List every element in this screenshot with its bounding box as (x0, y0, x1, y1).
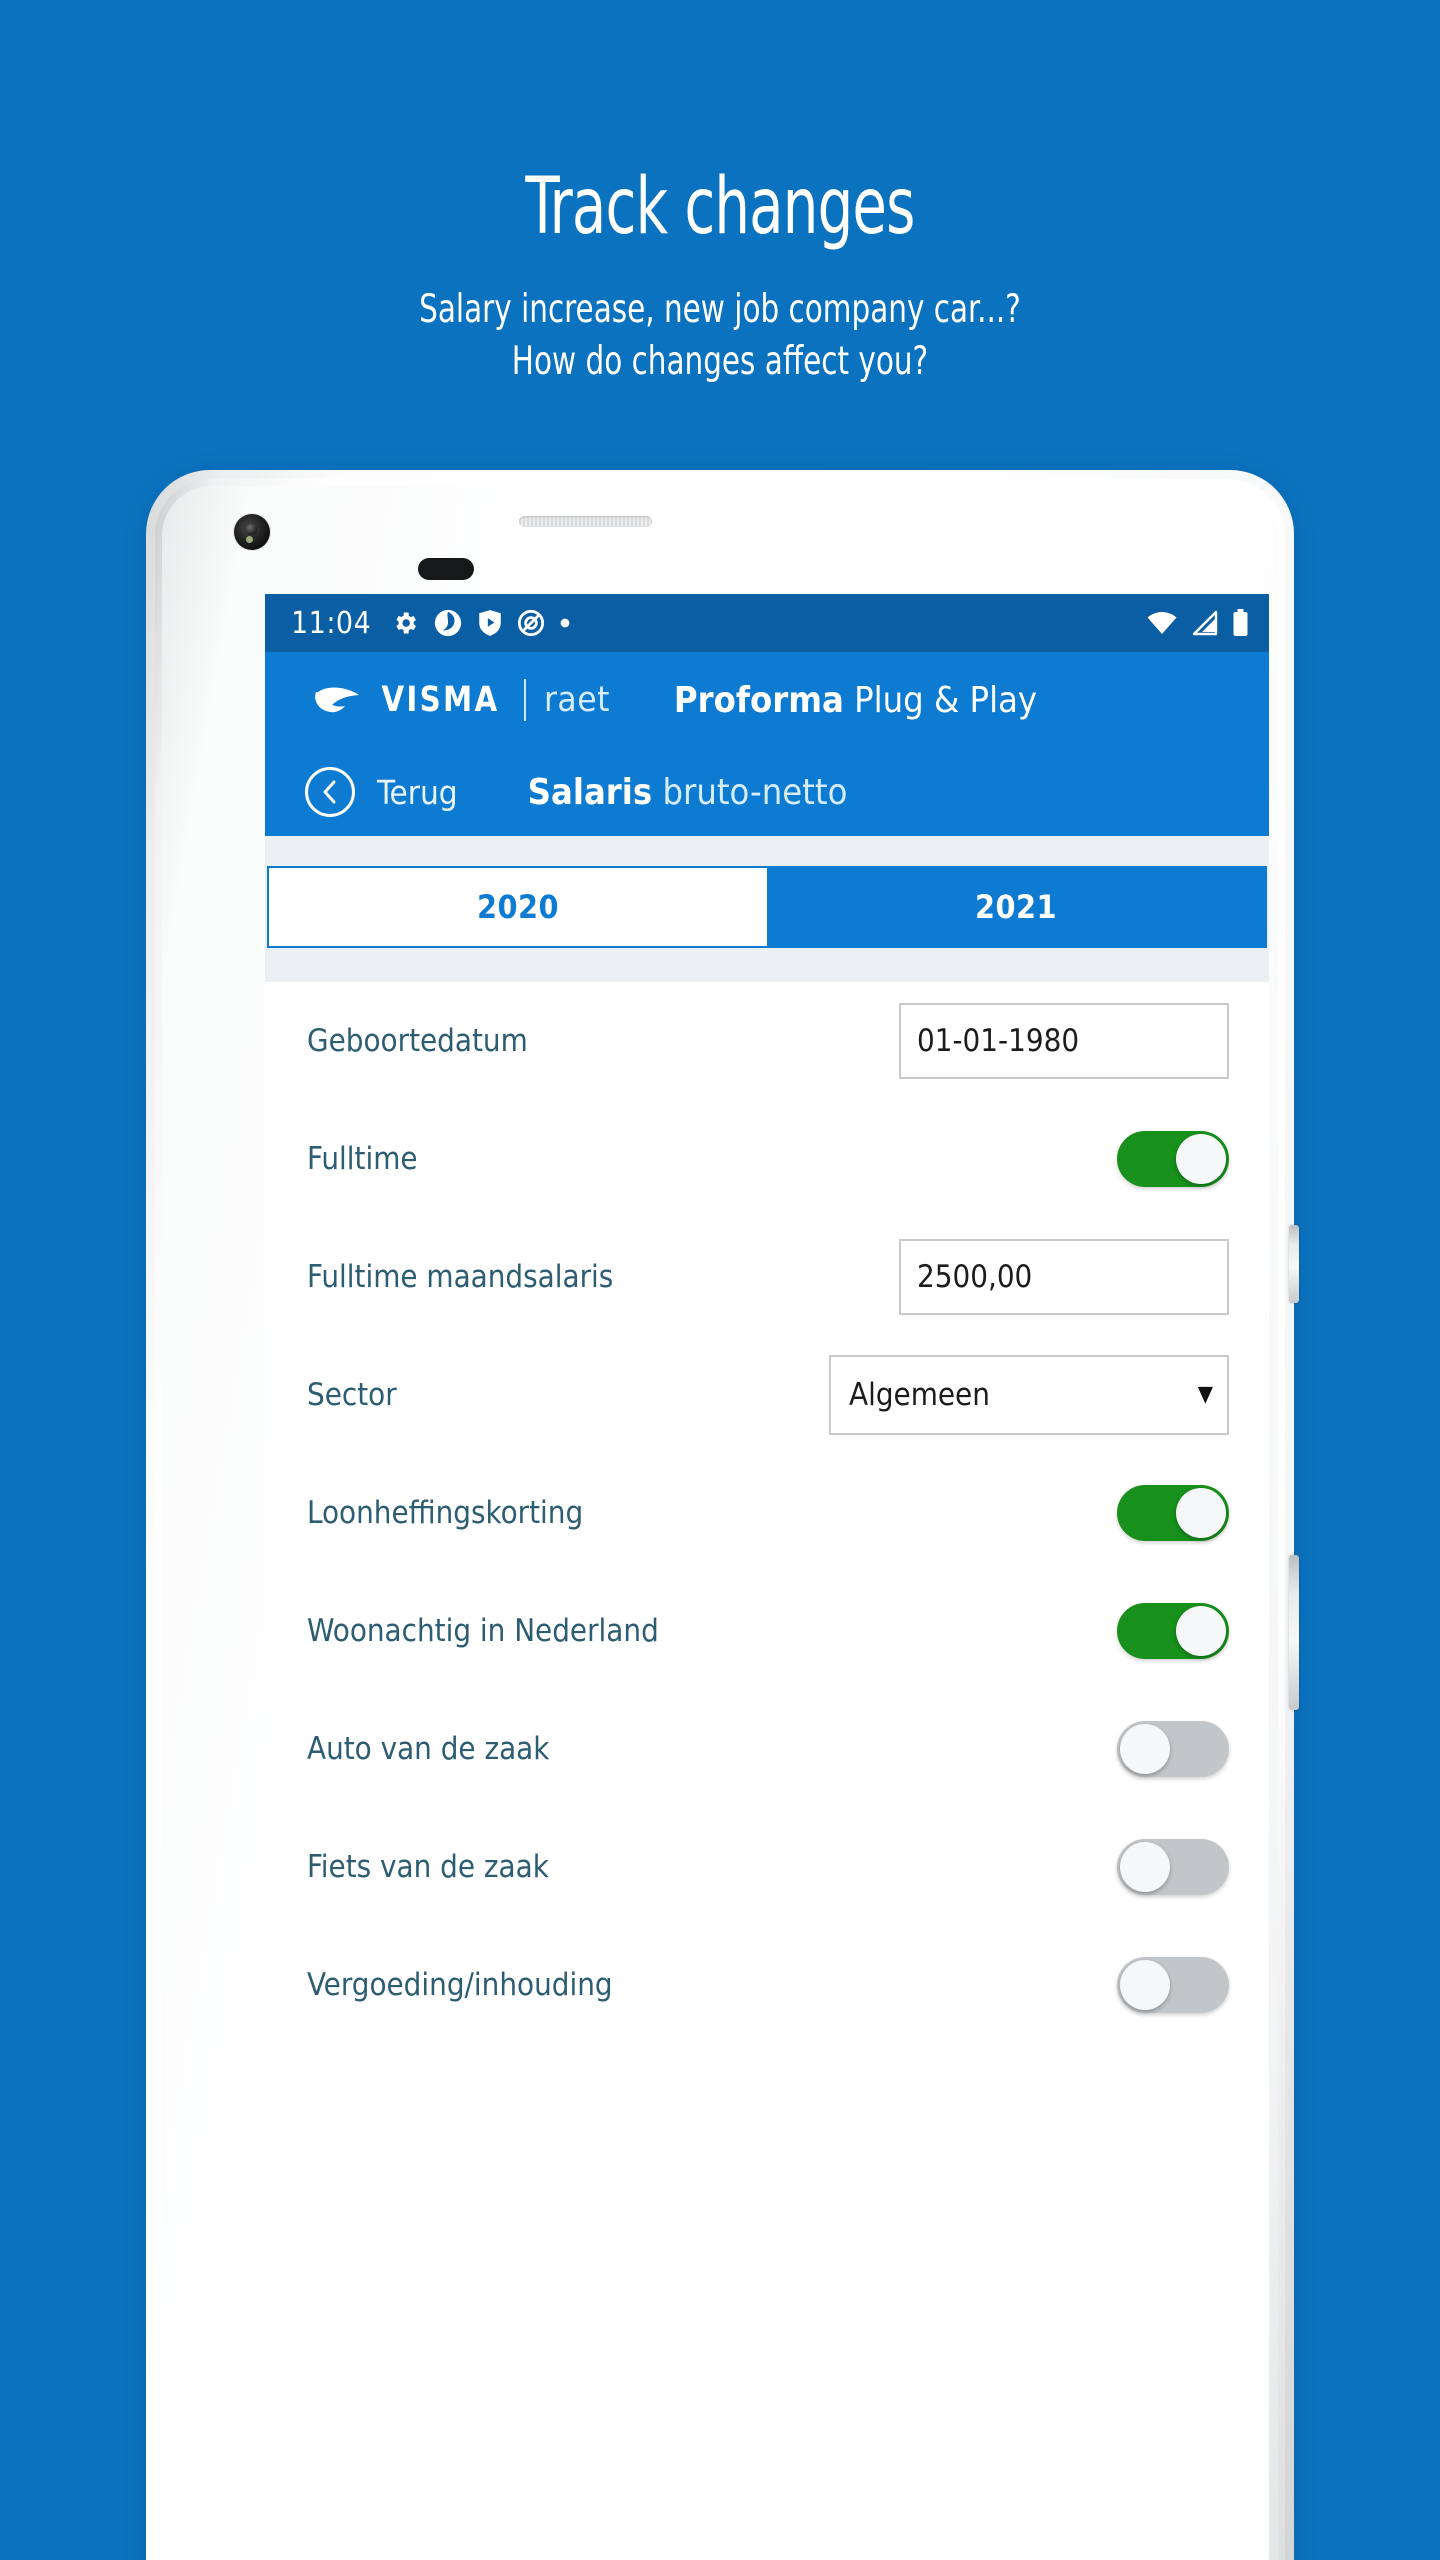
label-vergoeding-inhouding: Vergoeding/inhouding (307, 1967, 613, 2003)
chevron-left-icon (323, 780, 336, 804)
toggle-knob (1120, 1960, 1170, 2010)
geboortedatum-input[interactable]: 01-01-1980 (899, 1003, 1229, 1079)
status-bar: 11:04 (265, 594, 1269, 652)
promo-subtitle: Salary increase, new job company car...?… (419, 287, 1021, 384)
tabs-band: 2020 2021 (265, 836, 1269, 982)
power-button[interactable] (1289, 1225, 1299, 1303)
toggle-knob (1176, 1606, 1226, 1656)
fiets-van-de-zaak-toggle[interactable] (1117, 1839, 1229, 1895)
phone-mockup: 11:04 VISMA raet Proforma Plug & Play Te… (146, 470, 1299, 2560)
sync-swirl-icon (435, 609, 462, 637)
nav-bar: Terug Salaris bruto-netto (265, 748, 1269, 836)
front-camera-icon (234, 514, 270, 550)
label-loonheffingskorting: Loonheffingskorting (307, 1495, 584, 1531)
brand-row: VISMA raet Proforma Plug & Play (265, 652, 1269, 748)
label-fulltime: Fulltime (307, 1141, 418, 1177)
screen-title-light: bruto-netto (662, 771, 848, 813)
year-tabs: 2020 2021 (267, 866, 1267, 948)
toggle-knob (1176, 1488, 1226, 1538)
tab-2021[interactable]: 2021 (767, 868, 1265, 946)
form-row-fiets-van-de-zaak: Fiets van de zaak (289, 1808, 1245, 1926)
status-bar-system-icons (1146, 609, 1249, 637)
dot-icon (560, 618, 570, 628)
promo-banner: Track changes Salary increase, new job c… (0, 0, 1440, 388)
salary-form: Geboortedatum 01-01-1980 Fulltime Fullti… (265, 982, 1269, 2044)
proximity-sensor-icon (418, 558, 474, 580)
vergoeding-inhouding-toggle[interactable] (1117, 1957, 1229, 2013)
toggle-knob (1120, 1724, 1170, 1774)
brand-name: VISMA (381, 680, 500, 720)
label-woonachtig-in-nederland: Woonachtig in Nederland (307, 1613, 659, 1649)
shield-play-icon (479, 610, 502, 636)
phone-screen: 11:04 VISMA raet Proforma Plug & Play Te… (265, 594, 1269, 2560)
form-row-auto-van-de-zaak: Auto van de zaak (289, 1690, 1245, 1808)
back-button-label[interactable]: Terug (377, 773, 458, 812)
screen-title-bold: Salaris (527, 771, 653, 813)
woonachtig-in-nederland-toggle[interactable] (1117, 1603, 1229, 1659)
toggle-knob (1120, 1842, 1170, 1892)
gear-icon (396, 612, 417, 634)
form-row-vergoeding-inhouding: Vergoeding/inhouding (289, 1926, 1245, 2044)
form-row-sector: Sector Algemeen ▼ (289, 1336, 1245, 1454)
circle-slash-icon (518, 609, 545, 637)
sector-select[interactable]: Algemeen ▼ (829, 1355, 1229, 1435)
fulltime-maandsalaris-input[interactable]: 2500,00 (899, 1239, 1229, 1315)
brand-divider (523, 679, 526, 721)
label-fulltime-maandsalaris: Fulltime maandsalaris (307, 1259, 614, 1295)
battery-icon (1233, 609, 1248, 636)
sector-selected-value: Algemeen (849, 1377, 990, 1413)
tab-2020[interactable]: 2020 (269, 868, 767, 946)
label-auto-van-de-zaak: Auto van de zaak (307, 1731, 550, 1767)
auto-van-de-zaak-toggle[interactable] (1117, 1721, 1229, 1777)
form-row-loonheffingskorting: Loonheffingskorting (289, 1454, 1245, 1572)
loonheffingskorting-toggle[interactable] (1117, 1485, 1229, 1541)
form-row-fulltime: Fulltime (289, 1100, 1245, 1218)
status-bar-notification-icons (391, 608, 571, 638)
label-geboortedatum: Geboortedatum (307, 1023, 528, 1059)
form-row-woonachtig-in-nederland: Woonachtig in Nederland (289, 1572, 1245, 1690)
brand-subname: raet (543, 680, 610, 720)
label-fiets-van-de-zaak: Fiets van de zaak (307, 1849, 549, 1885)
form-row-fulltime-maandsalaris: Fulltime maandsalaris 2500,00 (289, 1218, 1245, 1336)
camera-sensor-icon (246, 536, 253, 543)
product-name: Proforma Plug & Play (674, 680, 1037, 721)
back-button[interactable] (305, 767, 355, 817)
visma-logo-icon (315, 687, 359, 713)
chevron-down-icon: ▼ (1197, 1382, 1213, 1407)
app-bar: VISMA raet Proforma Plug & Play Terug Sa… (265, 652, 1269, 836)
label-sector: Sector (307, 1377, 397, 1413)
fulltime-toggle[interactable] (1117, 1131, 1229, 1187)
wifi-icon (1147, 612, 1177, 634)
screen-title: Salaris bruto-netto (528, 772, 848, 813)
product-name-bold: Proforma (673, 679, 844, 721)
earpiece-speaker-icon (519, 516, 652, 527)
volume-button[interactable] (1289, 1555, 1299, 1710)
status-bar-clock: 11:04 (291, 605, 372, 641)
form-row-geboortedatum: Geboortedatum 01-01-1980 (289, 982, 1245, 1100)
signal-icon (1192, 610, 1218, 636)
page-title: Track changes (525, 162, 915, 252)
product-name-light: Plug & Play (854, 679, 1038, 721)
toggle-knob (1176, 1134, 1226, 1184)
